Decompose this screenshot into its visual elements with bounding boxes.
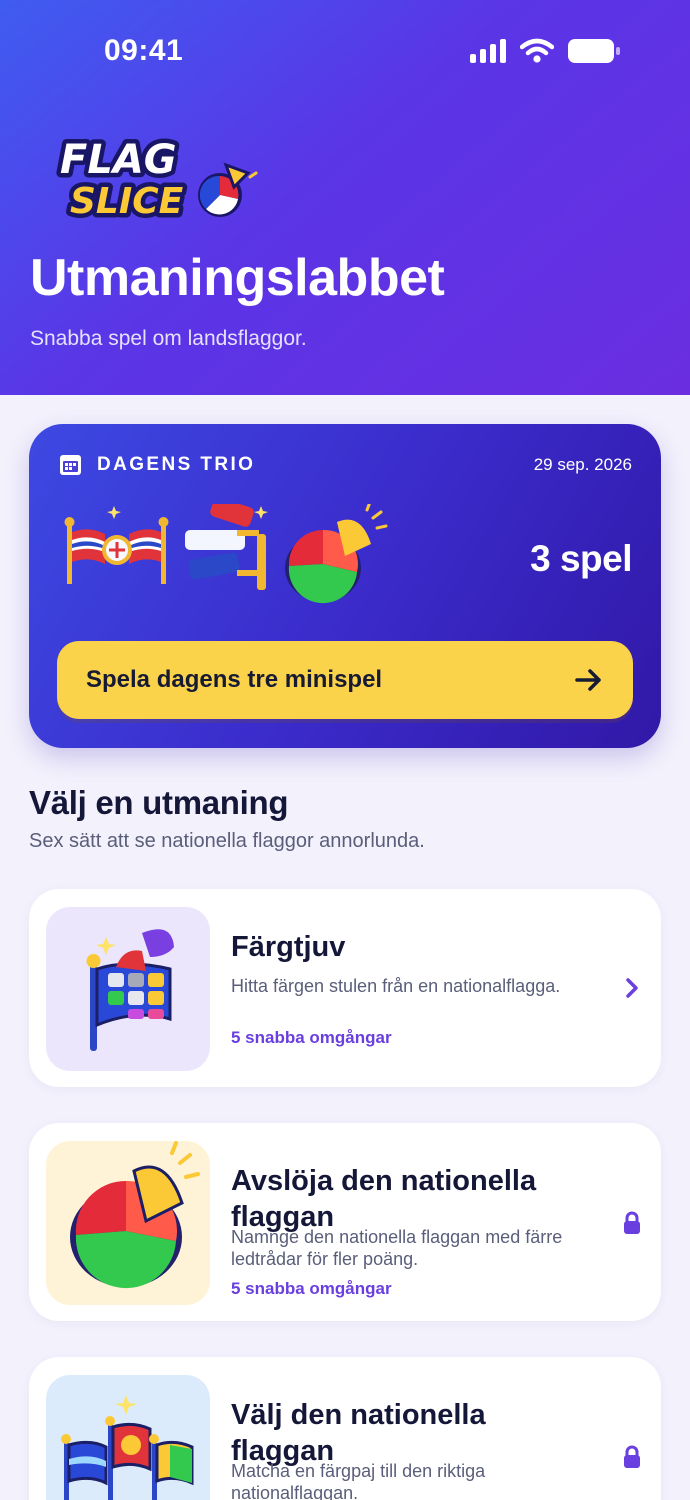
status-bar: 09:41 xyxy=(0,0,690,96)
play-daily-button[interactable]: Spela dagens tre minispel xyxy=(57,641,633,719)
daily-games-illustration xyxy=(64,504,388,604)
pie-chart-flag-icon xyxy=(70,1141,200,1289)
flags-choice-icon xyxy=(61,1395,194,1500)
challenge-thumbnail xyxy=(46,1141,210,1305)
challenge-thumbnail xyxy=(46,1375,210,1500)
daily-date: 29 sep. 2026 xyxy=(533,455,632,474)
arrow-right-icon xyxy=(575,669,601,691)
app-logo: FLAG FLAG SLICE SLICE xyxy=(56,133,258,225)
chevron-right-icon xyxy=(626,978,638,998)
page-title: Utmaningslabbet xyxy=(30,249,445,307)
challenge-card-valj[interactable]: Välj den nationella flaggan Matcha en fä… xyxy=(29,1357,661,1500)
daily-label: DAGENS TRIO xyxy=(97,454,256,475)
svg-text:FLAG: FLAG xyxy=(60,137,177,183)
challenge-thumbnail xyxy=(46,907,210,1071)
status-time: 09:41 xyxy=(104,34,184,67)
page-subtitle: Snabba spel om landsflaggor. xyxy=(30,327,307,350)
play-daily-label: Spela dagens tre minispel xyxy=(86,666,383,693)
challenge-rounds: 5 snabba omgångar xyxy=(231,1028,392,1047)
header-hero: 09:41 FLAG FLAG SLICE SLICE Utmaningslab… xyxy=(0,0,690,395)
challenge-rounds: 5 snabba omgångar xyxy=(231,1279,392,1298)
lock-icon xyxy=(624,1445,640,1468)
flag-pie-icon xyxy=(285,504,388,604)
lock-icon xyxy=(624,1211,640,1234)
calendar-icon xyxy=(60,455,81,475)
flag-stripes-icon xyxy=(185,504,268,590)
challenge-title: Färgtjuv xyxy=(231,931,346,963)
challenge-description: Namnge den nationella flaggan med färre … xyxy=(231,1227,563,1269)
svg-text:SLICE: SLICE xyxy=(70,181,184,222)
signal-icon xyxy=(470,39,506,63)
challenge-title: Välj den nationella flaggan xyxy=(231,1399,486,1467)
battery-icon xyxy=(568,39,620,63)
challenge-description: Hitta färgen stulen från en nationalflag… xyxy=(231,976,561,996)
challenge-card-avsloja[interactable]: Avslöja den nationella flaggan Namnge de… xyxy=(29,1123,661,1321)
challenge-description: Matcha en färgpaj till den riktiga natio… xyxy=(231,1461,486,1500)
section-title: Välj en utmaning xyxy=(29,784,289,821)
paint-flag-icon xyxy=(86,929,174,1051)
daily-game-count: 3 spel xyxy=(530,538,632,579)
challenge-title: Avslöja den nationella flaggan xyxy=(231,1165,537,1233)
wifi-icon xyxy=(520,38,554,63)
section-subtitle: Sex sätt att se nationella flaggor annor… xyxy=(29,830,425,852)
daily-trio-card: DAGENS TRIO 29 sep. 2026 3 spel Spela da… xyxy=(29,424,661,748)
flag-search-icon xyxy=(64,506,169,584)
challenge-card-fargtjuv[interactable]: Färgtjuv Hitta färgen stulen från en nat… xyxy=(29,889,661,1087)
